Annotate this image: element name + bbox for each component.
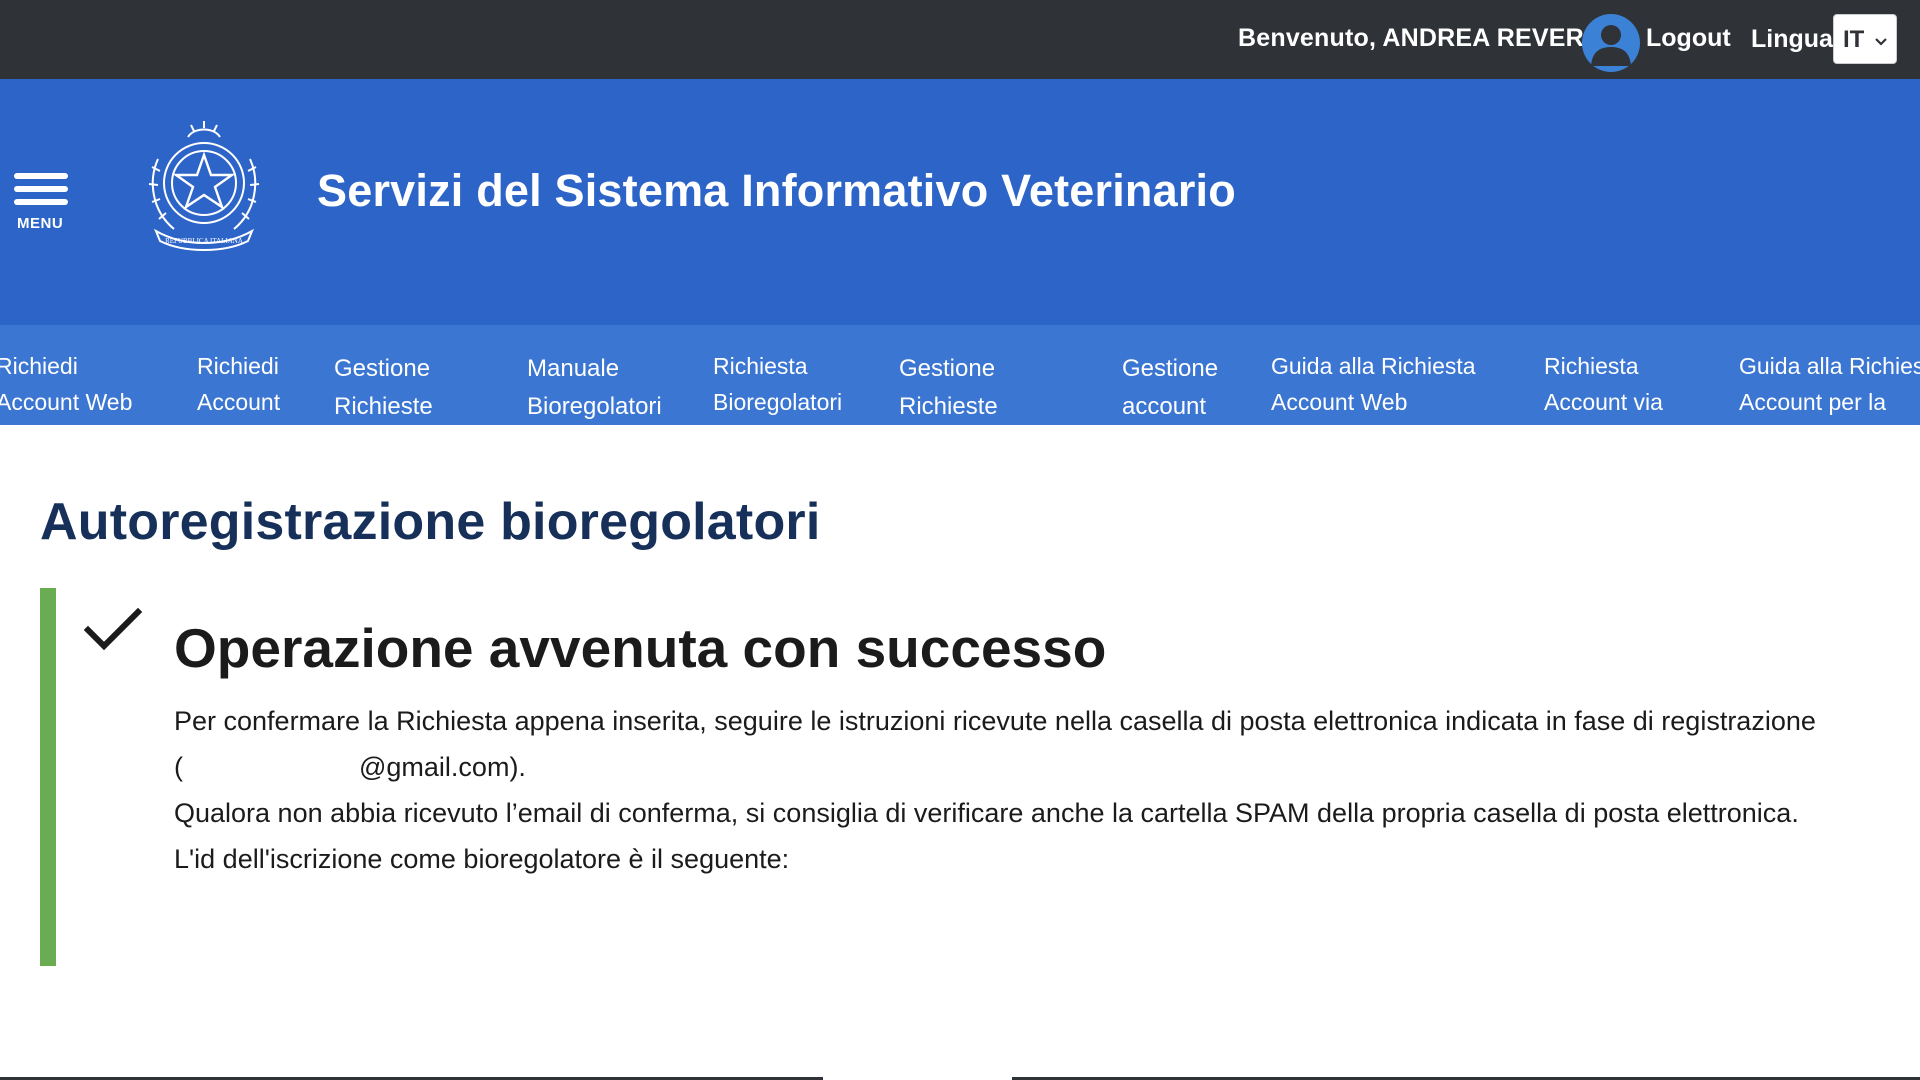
- language-select[interactable]: IT: [1833, 14, 1897, 64]
- nav-item-label: Richiedi: [0, 353, 78, 379]
- page-title: Autoregistrazione bioregolatori: [40, 493, 821, 551]
- nav-item-richiesta-account-via[interactable]: Richiesta Account via: [1544, 348, 1663, 420]
- nav-item-richiedi-account[interactable]: Richiedi Account: [197, 348, 280, 420]
- chevron-down-icon: [1874, 34, 1888, 52]
- hamburger-icon: [14, 173, 68, 179]
- nav-item-label: Account per la: [1739, 389, 1887, 415]
- redacted-email: [183, 756, 359, 776]
- nav-item-label: Account Web: [0, 389, 133, 415]
- email-prefix: (: [174, 752, 183, 782]
- nav-item-label: Account via: [1544, 389, 1663, 415]
- top-bar: Benvenuto, ANDREA REVERSI Logout Lingua …: [0, 0, 1920, 79]
- nav-item-label: Gestione: [1122, 355, 1219, 382]
- nav-item-label: Gestione: [899, 355, 996, 382]
- nav-item-label: Bioregolatori: [713, 389, 843, 415]
- nav-item-label: Guida alla Richiesta: [1739, 353, 1920, 379]
- nav-item-gestione-richieste-2[interactable]: Gestione Richieste: [899, 350, 998, 425]
- nav-item-richiedi-account-web[interactable]: Richiedi Account Web: [0, 348, 132, 420]
- nav-item-label: Account: [197, 389, 281, 415]
- language-value: IT: [1843, 26, 1865, 53]
- nav-item-gestione-account[interactable]: Gestione account: [1122, 350, 1218, 425]
- welcome-text: Benvenuto, ANDREA REVERSI: [1238, 24, 1608, 52]
- nav-item-label: Richiesta: [713, 353, 808, 379]
- site-header: MENU REPUBBLICA ITALIANA Servizi del Sis…: [0, 79, 1920, 325]
- emblem-text: REPUBBLICA ITALIANA: [165, 237, 243, 245]
- hamburger-bar: [14, 199, 68, 205]
- nav-item-label: Richieste: [899, 393, 998, 420]
- alert-email-line: ( @gmail.com).: [174, 752, 526, 783]
- nav-item-richiesta-bioregolatori[interactable]: Richiesta Bioregolatori: [713, 348, 842, 420]
- alert-spam-note: Qualora non abbia ricevuto l’email di co…: [174, 798, 1799, 828]
- logout-link[interactable]: Logout: [1646, 24, 1731, 53]
- user-icon[interactable]: [1582, 14, 1640, 72]
- nav-item-label: account: [1122, 393, 1207, 420]
- check-icon: [83, 607, 143, 657]
- site-title: Servizi del Sistema Informativo Veterina…: [317, 165, 1236, 216]
- alert-message-line: Per confermare la Richiesta appena inser…: [174, 706, 1816, 736]
- nav-item-label: Account Web: [1271, 389, 1408, 415]
- nav-item-label: Richiedi: [197, 353, 279, 379]
- nav-item-label: Richiesta: [1544, 353, 1639, 379]
- menu-label: MENU: [17, 215, 64, 232]
- alert-title: Operazione avvenuta con successo: [174, 617, 1107, 679]
- nav-item-label: Richieste: [334, 393, 433, 420]
- nav-item-label: Guida alla Richiesta: [1271, 353, 1476, 379]
- language-label: Lingua: [1751, 25, 1833, 53]
- nav-item-guida-richiesta-account-web[interactable]: Guida alla Richiesta Account Web: [1271, 348, 1476, 420]
- hamburger-bar: [14, 186, 68, 192]
- emblem-icon: REPUBBLICA ITALIANA: [144, 119, 266, 253]
- alert-accent-bar: [40, 588, 56, 966]
- alert-id-label: L'id dell'iscrizione come bioregolatore …: [174, 844, 790, 874]
- nav-item-guida-richiesta-account-per-la[interactable]: Guida alla Richiesta Account per la: [1739, 348, 1920, 420]
- nav-item-gestione-richieste[interactable]: Gestione Richieste: [334, 350, 433, 425]
- nav-item-manuale-bioregolatori[interactable]: Manuale Bioregolatori: [527, 350, 662, 425]
- menu-button[interactable]: MENU: [10, 171, 72, 235]
- nav-item-label: Bioregolatori: [527, 393, 662, 420]
- nav-item-label: Manuale: [527, 355, 620, 382]
- success-alert: Operazione avvenuta con successo Per con…: [40, 588, 1920, 966]
- email-suffix: @gmail.com).: [359, 752, 526, 782]
- nav-item-label: Gestione: [334, 355, 431, 382]
- main-nav: Richiedi Account Web Richiedi Account Ge…: [0, 325, 1920, 425]
